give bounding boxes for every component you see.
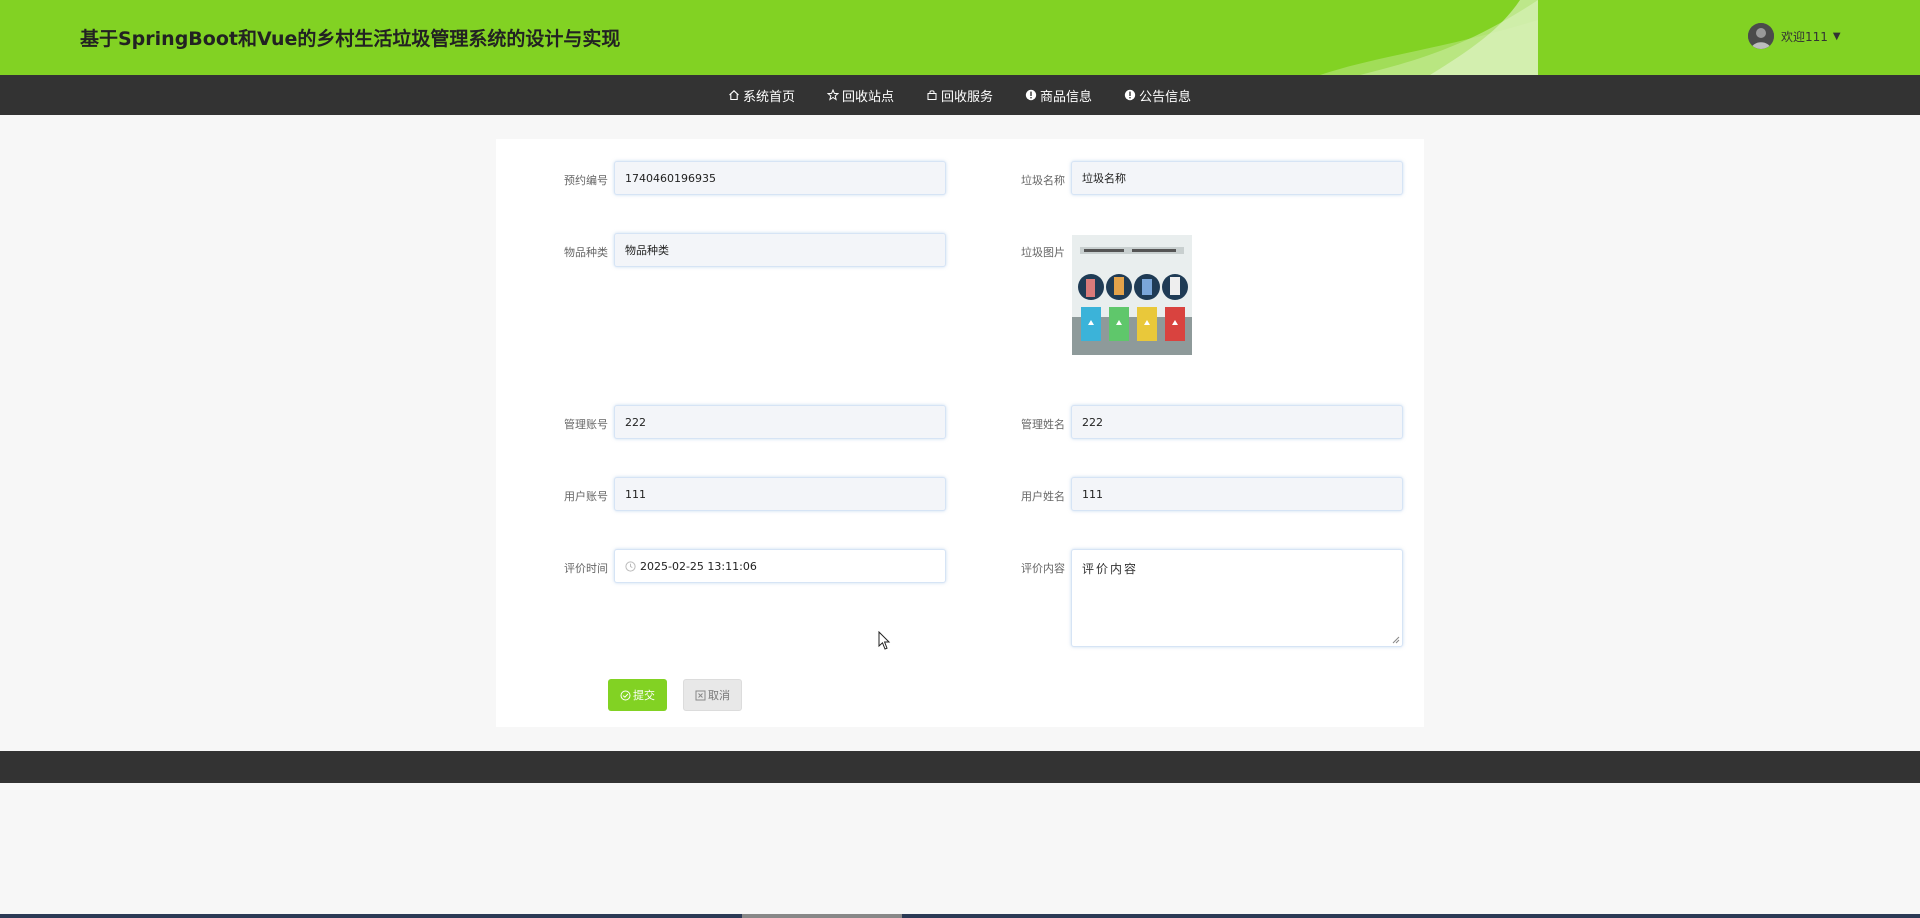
garbage-name-input[interactable] — [1082, 171, 1392, 185]
top-header: 基于SpringBoot和Vue的乡村生活垃圾管理系统的设计与实现 欢迎111 … — [0, 0, 1920, 75]
cancel-button[interactable]: 取消 — [683, 679, 742, 711]
clock-icon — [625, 560, 636, 572]
nav-item-recycle-service[interactable]: 回收服务 — [926, 86, 993, 105]
user-menu[interactable]: 欢迎111 ▼ — [1748, 21, 1841, 51]
nav-item-recycle-station[interactable]: 回收站点 — [827, 86, 894, 105]
nav-item-goods[interactable]: 商品信息 — [1025, 86, 1092, 105]
caret-down-icon: ▼ — [1832, 30, 1841, 42]
admin-account-label: 管理账号 — [564, 418, 608, 431]
form-card: 预约编号 垃圾名称 物品种类 垃圾图片 — [496, 139, 1424, 727]
garbage-name-label: 垃圾名称 — [1021, 174, 1065, 187]
review-time-input[interactable] — [640, 559, 935, 573]
nav-item-label: 系统首页 — [743, 89, 796, 105]
booking-no-input[interactable] — [625, 171, 935, 185]
nav-item-label: 回收站点 — [842, 89, 895, 105]
cancel-button-label: 取消 — [708, 689, 730, 702]
nav-item-label: 公告信息 — [1139, 89, 1192, 105]
item-category-field[interactable] — [614, 233, 946, 267]
footer-bar — [0, 751, 1920, 783]
admin-name-field[interactable] — [1071, 405, 1403, 439]
admin-account-field[interactable] — [614, 405, 946, 439]
user-name-field[interactable] — [1071, 477, 1403, 511]
user-account-input[interactable] — [625, 487, 935, 501]
info-icon — [1025, 89, 1037, 101]
check-circle-icon — [620, 690, 631, 700]
review-time-label: 评价时间 — [564, 562, 608, 575]
info-icon — [1124, 89, 1136, 101]
star-icon — [827, 89, 840, 101]
avatar — [1748, 23, 1774, 49]
admin-name-label: 管理姓名 — [1021, 418, 1065, 431]
review-content-field[interactable]: 评价内容 — [1071, 549, 1403, 647]
welcome-text: 欢迎111 — [1781, 29, 1828, 44]
horizontal-scrollbar[interactable] — [0, 914, 1920, 918]
submit-button-label: 提交 — [633, 689, 655, 702]
user-account-field[interactable] — [614, 477, 946, 511]
garbage-image-label: 垃圾图片 — [1021, 246, 1065, 259]
nav-item-label: 回收服务 — [941, 89, 994, 105]
main-nav: 系统首页 回收站点 回收服务 商品信息 公告信息 — [0, 75, 1920, 115]
review-content-label: 评价内容 — [1021, 562, 1065, 575]
review-content-textarea[interactable]: 评价内容 — [1072, 550, 1402, 646]
close-square-icon — [695, 690, 706, 700]
review-time-picker[interactable] — [614, 549, 946, 583]
submit-button[interactable]: 提交 — [608, 679, 667, 711]
page-title: 基于SpringBoot和Vue的乡村生活垃圾管理系统的设计与实现 — [80, 28, 621, 50]
admin-name-input[interactable] — [1082, 415, 1392, 429]
nav-item-notice[interactable]: 公告信息 — [1124, 86, 1191, 105]
user-name-input[interactable] — [1082, 487, 1392, 501]
item-category-input[interactable] — [625, 243, 935, 257]
user-account-label: 用户账号 — [564, 490, 608, 503]
nav-item-label: 商品信息 — [1040, 89, 1093, 105]
scrollbar-thumb[interactable] — [742, 914, 902, 918]
garbage-name-field[interactable] — [1071, 161, 1403, 195]
user-name-label: 用户姓名 — [1021, 490, 1065, 503]
item-category-label: 物品种类 — [564, 246, 608, 259]
admin-account-input[interactable] — [625, 415, 935, 429]
nav-item-home[interactable]: 系统首页 — [728, 86, 795, 105]
header-decoration — [1320, 0, 1538, 75]
booking-no-label: 预约编号 — [564, 174, 608, 187]
home-icon — [728, 89, 740, 101]
garbage-image[interactable] — [1072, 235, 1192, 355]
booking-no-field[interactable] — [614, 161, 946, 195]
mouse-cursor-icon — [878, 631, 891, 650]
bag-icon — [926, 89, 938, 101]
resize-grip-icon[interactable] — [1392, 636, 1400, 644]
